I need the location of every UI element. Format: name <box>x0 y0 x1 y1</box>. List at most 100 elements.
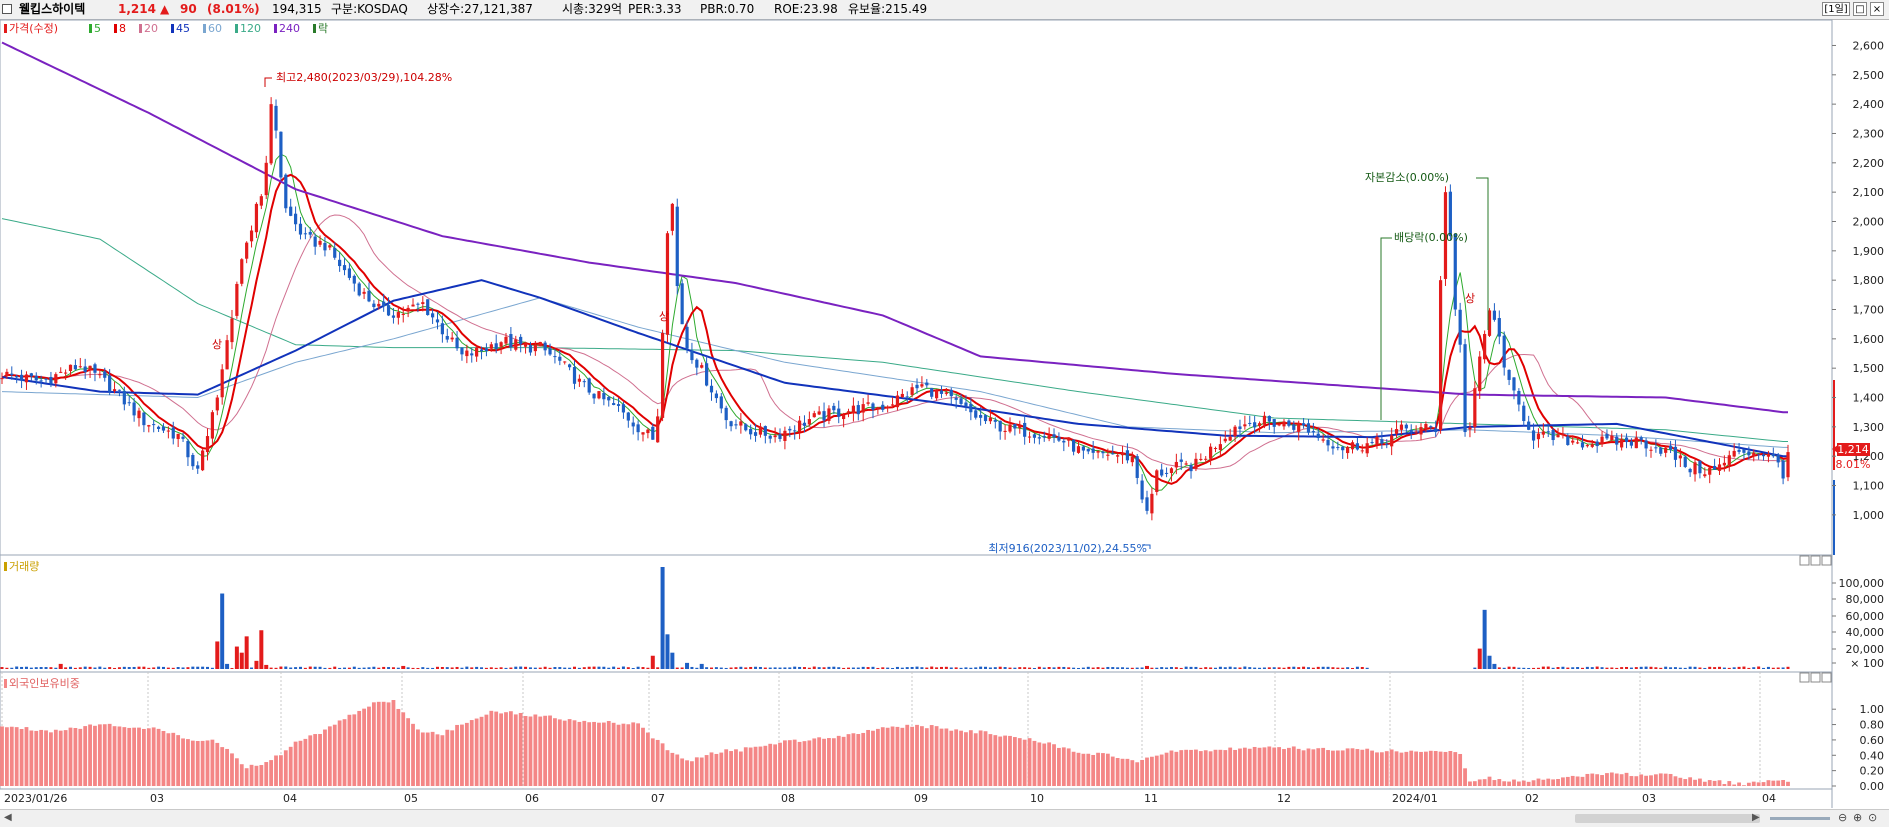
candle-body <box>1306 423 1311 433</box>
candle-body <box>974 410 978 418</box>
volume-bar <box>259 630 264 669</box>
volume-bar <box>798 666 802 669</box>
volume-bar <box>1209 667 1213 669</box>
foreign-ownership-bar <box>337 720 342 786</box>
x-axis-label: 12 <box>1277 792 1291 805</box>
zoom-out-icon[interactable]: ⊖ <box>1838 811 1847 824</box>
volume-bar <box>851 667 855 669</box>
volume-bar <box>161 666 165 669</box>
x-axis-label: 03 <box>1642 792 1656 805</box>
foreign-ownership-bar <box>425 732 430 786</box>
foreign-ownership-bar <box>88 724 92 786</box>
zoom-slider[interactable] <box>1770 817 1830 820</box>
volume-bar <box>1223 667 1227 669</box>
volume-bar <box>974 667 978 669</box>
candle-body <box>514 339 518 350</box>
price-tick-label: 2,200 <box>1853 157 1885 170</box>
candle-body <box>837 408 841 417</box>
volume-bar <box>1062 666 1066 669</box>
volume-bar <box>186 667 190 669</box>
foreign-ownership-bar <box>1722 784 1727 786</box>
volume-pane-close-icon[interactable] <box>1821 555 1832 566</box>
volume-bar <box>1605 667 1609 669</box>
foreign-ownership-bar <box>1301 750 1306 786</box>
x-axis-label: 04 <box>1762 792 1776 805</box>
foreign-ownership-bar <box>538 716 543 786</box>
foreign-ownership-bar <box>117 726 122 786</box>
foreign-ownership-bar <box>1761 782 1766 786</box>
volume-bar <box>435 666 439 669</box>
candle-body <box>5 371 9 377</box>
foreign-pane-close-icon[interactable] <box>1821 672 1832 683</box>
foreign-ownership-bar <box>323 729 327 786</box>
volume-bar <box>695 667 699 669</box>
volume-bar <box>939 666 943 669</box>
candle-body <box>959 398 963 404</box>
scroll-right-icon[interactable]: ▶ <box>1752 812 1760 823</box>
ma20-line <box>1 214 1789 470</box>
candle-body <box>1438 280 1443 431</box>
upper-limit-badge: 상 <box>1465 292 1475 305</box>
volume-bar <box>1507 666 1511 669</box>
price-tag-pct: 8.01% <box>1836 458 1871 471</box>
foreign-ownership-bar <box>1081 753 1086 786</box>
candle-body <box>29 373 33 377</box>
candle-body <box>1639 437 1643 440</box>
bottom-scrollbar[interactable]: ◀ ▶ ⊖ ⊕ ⊙ <box>0 809 1889 827</box>
volume-bar <box>675 667 679 669</box>
scroll-thumb[interactable] <box>1575 814 1760 823</box>
volume-bar <box>1571 667 1575 669</box>
foreign-ownership-bar <box>1556 778 1560 786</box>
candle-body <box>719 396 723 409</box>
foreign-ownership-bar <box>1771 780 1776 786</box>
foreign-ownership-bar <box>1751 781 1756 786</box>
foreign-ownership-bar <box>381 701 386 786</box>
stock-chart[interactable]: 1,0001,1001,2001,3001,4001,5001,6001,700… <box>0 0 1889 826</box>
volume-bar <box>754 666 758 669</box>
foreign-ownership-bar <box>905 724 910 786</box>
volume-bar <box>1111 667 1115 669</box>
scroll-left-icon[interactable]: ◀ <box>4 812 12 823</box>
zoom-reset-icon[interactable]: ⊙ <box>1868 811 1877 824</box>
foreign-ownership-bar <box>460 724 464 786</box>
volume-bar <box>210 667 214 669</box>
volume-bar <box>1639 666 1643 669</box>
candle-body <box>430 313 435 318</box>
foreign-pane-maximize-icon[interactable] <box>1810 672 1821 683</box>
foreign-ownership-bar <box>1502 781 1507 786</box>
foreign-ownership-bars <box>0 700 1790 786</box>
candle-body <box>832 405 836 411</box>
volume-bar <box>152 667 156 669</box>
candle-body <box>1781 460 1785 479</box>
foreign-ownership-bar <box>724 749 729 786</box>
candle-body <box>15 376 19 378</box>
foreign-ownership-bar <box>411 723 415 786</box>
candle-body <box>1375 436 1379 445</box>
volume-bar <box>1615 667 1619 669</box>
foreign-ownership-bar <box>1575 776 1580 786</box>
candle-body <box>641 432 645 435</box>
foreign-ownership-bar <box>871 730 875 786</box>
volume-bar <box>1169 666 1173 669</box>
foreign-ownership-bar <box>1306 748 1311 786</box>
candle-body <box>1262 415 1267 425</box>
volume-bar <box>910 666 914 669</box>
volume-pane-maximize-icon[interactable] <box>1810 555 1821 566</box>
foreign-ownership-bar <box>269 760 274 786</box>
candle-body <box>1140 480 1144 500</box>
candle-body <box>749 428 753 435</box>
foreign-ownership-bar <box>1605 773 1609 786</box>
candle-body <box>24 374 29 383</box>
foreign-ownership-bar <box>1159 754 1164 786</box>
candle-body <box>905 396 909 398</box>
volume-bar <box>176 667 180 669</box>
ma5-line <box>1 153 1789 492</box>
foreign-ownership-bar <box>1350 748 1355 786</box>
foreign-tick-label: 0.40 <box>1860 749 1885 762</box>
volume-bar <box>1580 667 1584 669</box>
candle-body <box>1213 448 1218 450</box>
legend-ma-swatch <box>203 24 206 33</box>
foreign-pane-minimize-icon[interactable] <box>1799 672 1810 683</box>
zoom-in-icon[interactable]: ⊕ <box>1853 811 1862 824</box>
volume-pane-minimize-icon[interactable] <box>1799 555 1810 566</box>
